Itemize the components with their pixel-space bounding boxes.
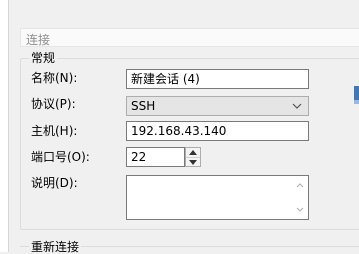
spin-down-icon: [189, 160, 197, 165]
protocol-label: 协议(P):: [31, 97, 76, 111]
port-field[interactable]: 22: [126, 147, 185, 167]
scroll-up-icon[interactable]: [296, 182, 304, 188]
general-group-label: 常规: [29, 51, 58, 65]
section-title: 连接: [26, 33, 51, 47]
chevron-down-icon: [292, 103, 302, 109]
spin-up-button[interactable]: [186, 148, 200, 157]
spin-down-button[interactable]: [186, 157, 200, 167]
port-label: 端口号(O):: [31, 150, 90, 164]
scroll-down-icon[interactable]: [296, 207, 304, 213]
left-panel: [0, 0, 9, 252]
monitor-icon[interactable]: [354, 86, 359, 104]
protocol-select-value: SSH: [131, 99, 156, 113]
port-spinner: [185, 147, 201, 167]
name-label: 名称(N):: [31, 71, 78, 85]
description-field[interactable]: [126, 175, 309, 220]
description-label: 说明(D):: [31, 176, 78, 190]
host-label: 主机(H):: [31, 124, 78, 138]
host-field[interactable]: 192.168.43.140: [126, 121, 309, 141]
spin-up-icon: [189, 150, 197, 155]
name-field[interactable]: 新建会话 (4): [126, 69, 309, 89]
section-header: 连接: [20, 28, 359, 47]
protocol-select[interactable]: SSH: [126, 96, 309, 116]
